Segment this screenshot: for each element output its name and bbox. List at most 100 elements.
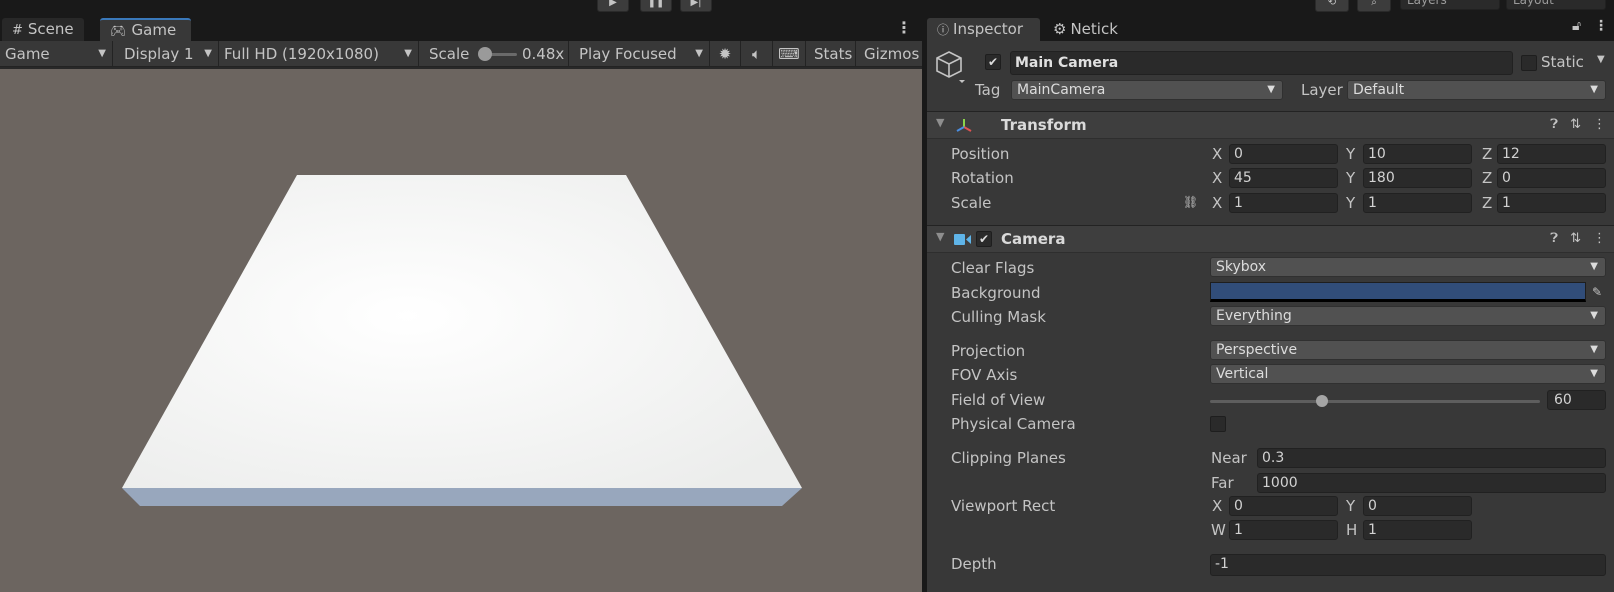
fov-axis-value: Vertical: [1216, 366, 1269, 382]
static-label: Static: [1541, 53, 1584, 71]
layers-dropdown[interactable]: Layers: [1400, 0, 1500, 10]
scale-label: Scale: [429, 45, 470, 63]
resolution-dropdown[interactable]: Full HD (1920x1080) ▼: [219, 41, 419, 67]
gizmos-button[interactable]: Gizmos: [856, 41, 922, 67]
plane-side: [122, 488, 802, 506]
far-field[interactable]: 1000: [1257, 473, 1606, 493]
viewport-x-field[interactable]: 0: [1229, 496, 1338, 516]
clipping-planes-label: Clipping Planes: [951, 449, 1066, 467]
layer-value: Default: [1353, 82, 1405, 98]
clear-flags-dropdown[interactable]: Skybox ▼: [1210, 257, 1606, 277]
projection-dropdown[interactable]: Perspective ▼: [1210, 340, 1606, 360]
axis-y-label: Y: [1346, 194, 1356, 212]
fov-slider-handle[interactable]: [1316, 395, 1329, 407]
help-icon[interactable]: ❓︎: [1550, 231, 1570, 246]
scale-label: Scale: [951, 194, 992, 212]
keyboard-icon[interactable]: ⌨: [773, 41, 806, 67]
play-mode-dropdown[interactable]: Play Focused ▼: [569, 41, 710, 67]
depth-field[interactable]: -1: [1210, 554, 1606, 576]
layer-dropdown[interactable]: Default ▼: [1347, 80, 1606, 100]
fov-slider[interactable]: [1210, 400, 1540, 403]
audio-icon[interactable]: 🔈︎: [741, 41, 773, 67]
scale-slider-handle[interactable]: [477, 47, 492, 61]
position-z-field[interactable]: 12: [1497, 144, 1606, 164]
history-icon[interactable]: ⟲: [1315, 0, 1349, 12]
tab-game[interactable]: 🎮︎ Game: [100, 18, 191, 41]
active-checkbox[interactable]: ✔: [985, 54, 1001, 70]
layout-dropdown[interactable]: Layout: [1506, 0, 1606, 10]
physical-camera-checkbox[interactable]: [1210, 416, 1226, 432]
tab-scene[interactable]: # Scene: [2, 18, 84, 41]
pause-button[interactable]: ❚❚: [640, 0, 672, 12]
eyedropper-icon[interactable]: ✎: [1588, 282, 1606, 302]
camera-enabled-checkbox[interactable]: ✔: [976, 231, 992, 247]
far-label: Far: [1211, 474, 1234, 492]
transform-icon: [956, 119, 972, 132]
tab-inspector[interactable]: ⓘ Inspector: [927, 18, 1040, 41]
background-color-swatch[interactable]: [1210, 282, 1586, 302]
viewport-h-label: H: [1346, 521, 1358, 539]
game-mode-dropdown[interactable]: Game ▼: [0, 41, 113, 67]
viewport-w-field[interactable]: 1: [1229, 520, 1338, 540]
rotation-z-field[interactable]: 0: [1497, 168, 1606, 188]
lock-icon[interactable]: 🔓︎: [1572, 18, 1581, 34]
game-toolbar: Game ▼ Display 1 ▼ Full HD (1920x1080) ▼ Sc…: [0, 41, 922, 67]
tab-netick[interactable]: ⚙ Netick: [1043, 18, 1128, 41]
component-menu-icon[interactable]: ⋮: [1593, 231, 1606, 246]
resolution-value: Full HD (1920x1080): [224, 45, 379, 63]
play-button[interactable]: ▶: [597, 0, 629, 12]
grid-icon: #: [12, 23, 23, 38]
display-dropdown[interactable]: Display 1 ▼: [115, 41, 219, 67]
rotation-y-field[interactable]: 180: [1363, 168, 1472, 188]
static-checkbox[interactable]: [1521, 55, 1537, 71]
fov-axis-dropdown[interactable]: Vertical ▼: [1210, 364, 1606, 384]
scale-control[interactable]: Scale 0.48x: [419, 41, 569, 67]
collapse-arrow-icon[interactable]: ▼: [936, 116, 944, 129]
collapse-arrow-icon[interactable]: ▼: [936, 230, 944, 243]
inspector-panel: ⓘ Inspector ⚙ Netick 🔓︎ ⋮ ✔ Main Camera St…: [927, 14, 1614, 592]
culling-mask-dropdown[interactable]: Everything ▼: [1210, 306, 1606, 326]
help-icon[interactable]: ❓︎: [1550, 117, 1570, 132]
axis-x-label: X: [1212, 145, 1223, 163]
axis-x-label: X: [1212, 194, 1223, 212]
layer-label: Layer: [1301, 81, 1343, 99]
transform-header[interactable]: ▼ Transform ❓︎⇅⋮: [927, 111, 1614, 139]
position-label: Position: [951, 145, 1010, 163]
tab-inspector-label: Inspector: [953, 20, 1023, 38]
panel-menu-icon[interactable]: ⋮: [896, 18, 912, 37]
chevron-down-icon: ▼: [1590, 368, 1598, 379]
stats-button[interactable]: Stats: [806, 41, 856, 67]
axis-z-label: Z: [1482, 194, 1493, 212]
scale-x-field[interactable]: 1: [1229, 193, 1338, 213]
component-menu-icon[interactable]: ⋮: [1593, 117, 1606, 132]
camera-header[interactable]: ▼ ✔ Camera ❓︎⇅⋮: [927, 225, 1614, 253]
scale-z-field[interactable]: 1: [1497, 193, 1606, 213]
near-field[interactable]: 0.3: [1257, 448, 1606, 468]
rotation-label: Rotation: [951, 169, 1014, 187]
game-viewport[interactable]: [0, 69, 922, 592]
projection-label: Projection: [951, 342, 1026, 360]
bug-icon[interactable]: ✹: [710, 41, 741, 67]
ground-plane: [122, 175, 802, 488]
chevron-down-icon: ▼: [204, 48, 212, 59]
position-x-field[interactable]: 0: [1229, 144, 1338, 164]
chevron-down-icon: ▼: [1590, 261, 1598, 272]
object-name-field[interactable]: Main Camera: [1010, 51, 1513, 75]
chevron-down-icon: ▼: [1590, 84, 1598, 95]
inspector-menu-icon[interactable]: ⋮: [1594, 18, 1608, 34]
near-label: Near: [1211, 449, 1247, 467]
tag-dropdown[interactable]: MainCamera ▼: [1011, 80, 1283, 100]
presets-icon[interactable]: ⇅: [1570, 231, 1593, 246]
scale-y-field[interactable]: 1: [1363, 193, 1472, 213]
game-panel: # Scene 🎮︎ Game ⋮ Game ▼ Display 1 ▼ Full HD…: [0, 14, 922, 592]
presets-icon[interactable]: ⇅: [1570, 117, 1593, 132]
position-y-field[interactable]: 10: [1363, 144, 1472, 164]
fov-value-field[interactable]: 60: [1547, 390, 1606, 410]
viewport-y-field[interactable]: 0: [1363, 496, 1472, 516]
rotation-x-field[interactable]: 45: [1229, 168, 1338, 188]
step-button[interactable]: ▶|: [680, 0, 712, 12]
chevron-down-icon[interactable]: ▼: [1597, 54, 1605, 65]
search-icon[interactable]: ⌕: [1357, 0, 1391, 12]
viewport-h-field[interactable]: 1: [1363, 520, 1472, 540]
link-off-icon[interactable]: ⛓: [1183, 195, 1198, 209]
